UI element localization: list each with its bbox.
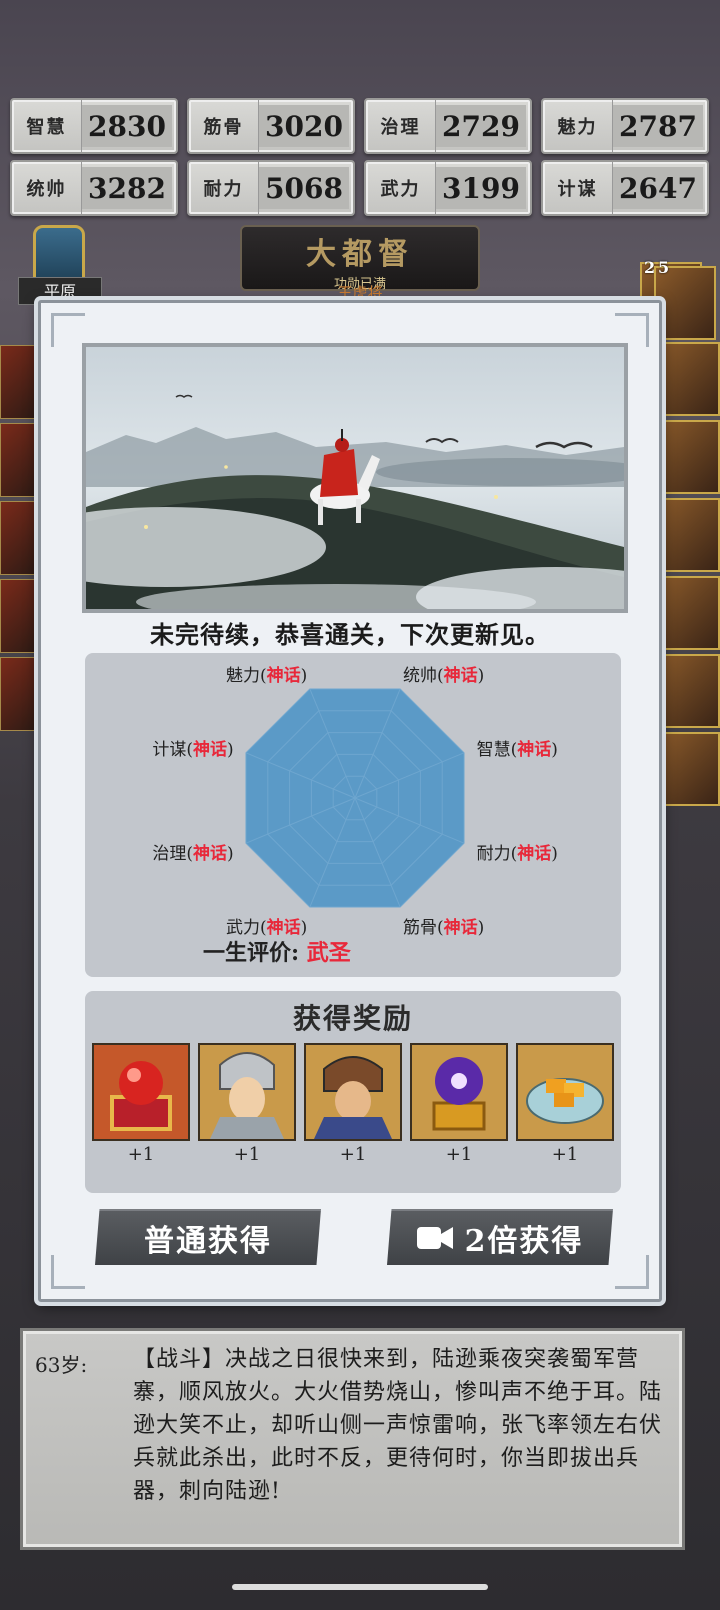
reward-panel: 获得奖励 +1 +1 +1 +1 +1: [85, 991, 621, 1193]
stat-name: 计谋: [543, 162, 613, 214]
stat-box: 计谋 2647: [541, 160, 709, 216]
radar-chart: [245, 688, 465, 908]
reward-count: +1: [127, 1144, 155, 1165]
portrait-icon[interactable]: [0, 423, 40, 497]
stat-value: 3199: [436, 167, 526, 209]
ending-message: 未完待续，恭喜通关，下次更新见。: [150, 620, 550, 649]
stat-box: 治理 2729: [364, 98, 532, 154]
double-claim-label: 2倍获得: [464, 1224, 584, 1259]
stat-name: 智慧: [12, 100, 82, 152]
attribute-radar-panel: 统帅(神话) 智慧(神话) 耐力(神话) 筋骨(神话) 武力(神话) 治理(神话) 计谋(神…: [85, 653, 621, 977]
corner-ornament: [615, 1255, 649, 1289]
portrait-icon[interactable]: [658, 732, 720, 806]
life-evaluation: 一生评价: 武圣: [203, 935, 351, 967]
reward-item[interactable]: +1: [410, 1043, 508, 1165]
reward-item[interactable]: +1: [92, 1043, 190, 1165]
stat-value: 2830: [82, 105, 172, 147]
stat-name: 耐力: [189, 162, 259, 214]
reward-item[interactable]: +1: [516, 1043, 614, 1165]
radar-axis-label: 智慧(神话): [476, 739, 558, 760]
reward-count: +1: [339, 1144, 367, 1165]
attribute-grid: 智慧 2830 筋骨 3020 治理 2729 魅力 2787 统帅 3282 耐力 506…: [10, 98, 710, 216]
stat-name: 魅力: [543, 100, 613, 152]
portrait-icon[interactable]: [658, 576, 720, 650]
stat-value: 2787: [613, 105, 703, 147]
log-text: 【战斗】决战之日很快来到，陆逊乘夜突袭蜀军营寨，顺风放火。大火借势烧山，惨叫声不…: [133, 1347, 663, 1504]
misty-landscape-image: [86, 347, 624, 609]
stat-box: 筋骨 3020: [187, 98, 355, 154]
rank-title: 大都督: [306, 237, 414, 272]
reward-item[interactable]: +1: [198, 1043, 296, 1165]
portrait-icon[interactable]: [654, 266, 716, 340]
stat-value: 2729: [436, 105, 526, 147]
portrait-icon[interactable]: [658, 342, 720, 416]
stat-value: 2647: [613, 167, 703, 209]
double-claim-button[interactable]: 2倍获得: [387, 1209, 613, 1265]
radar-axis-label: 耐力(神话): [476, 844, 558, 865]
stat-name: 武力: [366, 162, 436, 214]
video-camera-icon: [416, 1225, 453, 1251]
stat-name: 统帅: [12, 162, 82, 214]
evaluation-value: 武圣: [306, 940, 351, 966]
stat-box: 耐力 5068: [187, 160, 355, 216]
corner-ornament: [615, 313, 649, 347]
stat-name: 治理: [366, 100, 436, 152]
silver-armor-general-icon: [198, 1043, 296, 1141]
rank-title-banner: 大都督 功勋已满 王虎将: [240, 225, 480, 302]
reward-list: +1 +1 +1 +1 +1: [92, 1043, 616, 1165]
radar-axis-label: 魅力(神话): [225, 666, 308, 687]
reward-count: +1: [233, 1144, 261, 1165]
ending-illustration: [82, 343, 628, 613]
stat-name: 筋骨: [189, 100, 259, 152]
normal-claim-label: 普通获得: [144, 1224, 272, 1259]
evaluation-label: 一生评价:: [203, 940, 300, 966]
red-orb-chest-icon: [92, 1043, 190, 1141]
reward-count: +1: [445, 1144, 473, 1165]
stat-box: 统帅 3282: [10, 160, 178, 216]
reward-item[interactable]: +1: [304, 1043, 402, 1165]
life-event-log: 63岁: 【战斗】决战之日很快来到，陆逊乘夜突袭蜀军营寨，顺风放火。大火借势烧山…: [20, 1328, 685, 1550]
portrait-icon[interactable]: [0, 657, 40, 731]
normal-claim-button[interactable]: 普通获得: [95, 1209, 321, 1265]
left-portrait-strip: [0, 345, 40, 765]
corner-ornament: [51, 1255, 85, 1289]
radar-axis-label: 筋骨(神话): [403, 917, 485, 938]
radar-axis-label: 治理(神话): [152, 844, 234, 865]
portrait-icon[interactable]: [658, 654, 720, 728]
portrait-icon[interactable]: [0, 579, 40, 653]
radar-axis-label: 武力(神话): [225, 917, 308, 938]
stat-box: 武力 3199: [364, 160, 532, 216]
stat-box: 智慧 2830: [10, 98, 178, 154]
log-age: 63岁:: [35, 1353, 88, 1377]
helmet-general-icon: [304, 1043, 402, 1141]
portrait-icon[interactable]: [658, 420, 720, 494]
home-indicator[interactable]: [232, 1584, 488, 1590]
stat-value: 3020: [259, 105, 349, 147]
ending-dialog: 未完待续，恭喜通关，下次更新见。 统帅(神话) 智慧(神话) 耐力(神话) 筋骨(神话…: [38, 300, 662, 1302]
portrait-icon[interactable]: [0, 501, 40, 575]
reward-count: +1: [551, 1144, 579, 1165]
portrait-icon[interactable]: [658, 498, 720, 572]
radar-axis-label: 统帅(神话): [403, 666, 485, 687]
portrait-icon[interactable]: [0, 345, 40, 419]
tile-count: 5: [658, 258, 670, 277]
purple-orb-chest-icon: [410, 1043, 508, 1141]
corner-ornament: [51, 313, 85, 347]
stat-value: 5068: [259, 167, 349, 209]
stat-box: 魅力 2787: [541, 98, 709, 154]
gold-bars-plate-icon: [516, 1043, 614, 1141]
reward-title: 获得奖励: [292, 1002, 413, 1035]
stat-value: 3282: [82, 167, 172, 209]
radar-axis-label: 计谋(神话): [152, 739, 234, 760]
